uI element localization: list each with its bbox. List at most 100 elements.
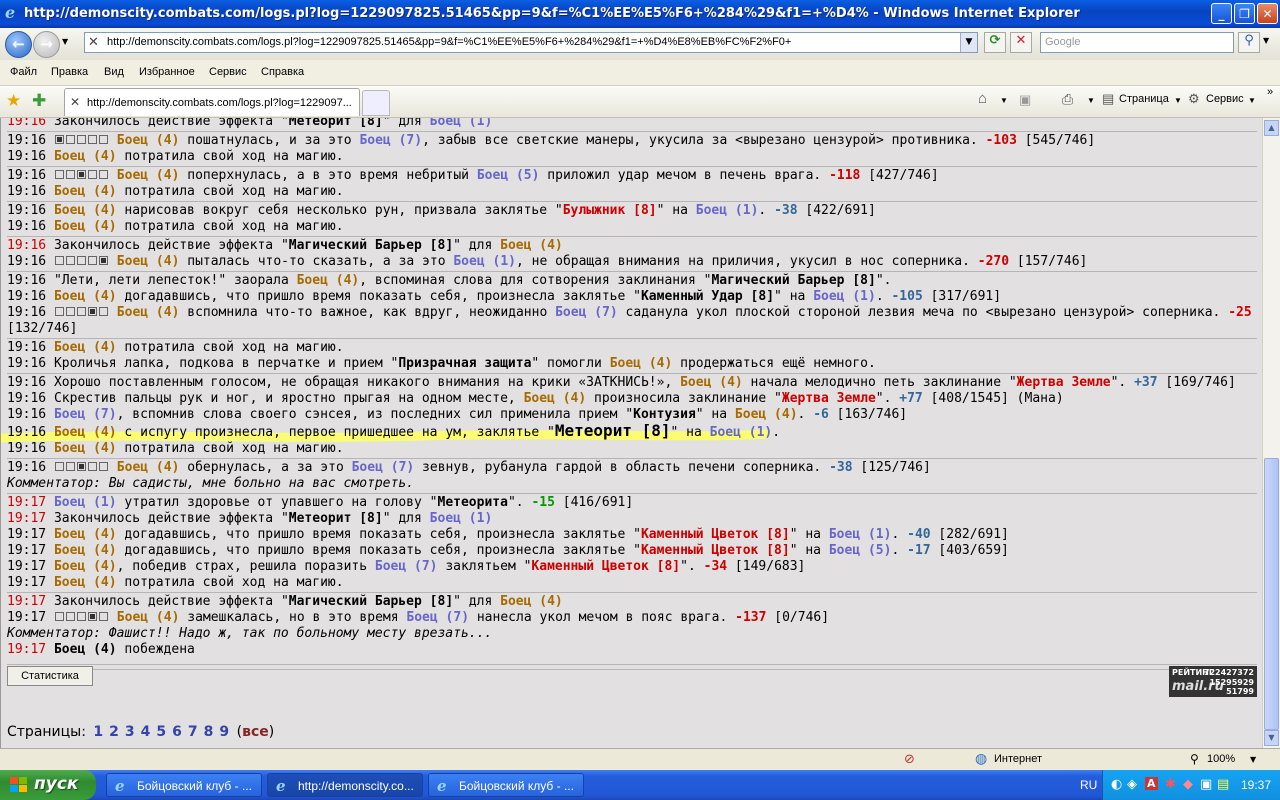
tab-active[interactable]: ✕ http://demonscity.combats.com/logs.pl?… [64, 88, 360, 116]
scroll-thumb[interactable] [1264, 458, 1279, 730]
address-dropdown-icon[interactable]: ▼ [960, 33, 977, 52]
player-link[interactable]: Боец (4) [117, 305, 180, 320]
player-link[interactable]: Боец (4) [524, 391, 587, 406]
player-link[interactable]: Боец (1) [710, 425, 773, 440]
tray-app-icon[interactable]: ◐ [1111, 777, 1122, 792]
player-link[interactable]: Боец (1) [54, 495, 117, 510]
menu-favorites[interactable]: Избранное [139, 66, 195, 78]
page-link[interactable]: 4 [141, 724, 151, 740]
taskbar-item-active[interactable]: e http://demonscity.co... [267, 773, 423, 797]
print-dropdown-icon[interactable]: ▼ [1087, 96, 1095, 105]
tray-app-icon[interactable]: ◈ [1127, 777, 1137, 792]
search-icon[interactable]: ⚲ [1238, 32, 1260, 53]
player-link[interactable]: Боец (4) [54, 543, 117, 558]
clock[interactable]: 19:37 [1241, 778, 1271, 792]
zoom-level[interactable]: 100% [1207, 753, 1235, 765]
player-link[interactable]: Боец (4) [680, 375, 743, 390]
new-tab-button[interactable] [362, 90, 390, 116]
player-link[interactable]: Боец (4) [610, 356, 673, 371]
tray-app-icon[interactable]: ✱ [1165, 777, 1176, 792]
history-dropdown-icon[interactable]: ▼ [62, 37, 68, 46]
page-link[interactable]: 7 [188, 724, 198, 740]
player-link[interactable]: Боец (4) [54, 441, 117, 456]
tools-menu[interactable]: Сервис [1206, 93, 1244, 105]
player-link[interactable]: Боец (1) [813, 289, 876, 304]
player-link[interactable]: Боец (4) [54, 184, 117, 199]
home-icon[interactable]: ⌂ [978, 90, 987, 107]
player-link[interactable]: Боец (4) [735, 407, 798, 422]
page-link[interactable]: 9 [219, 724, 229, 740]
start-button[interactable]: пуск [0, 770, 96, 800]
player-link[interactable]: Боец (4) [297, 273, 360, 288]
player-link[interactable]: Боец (4) [117, 133, 180, 148]
favorites-star-icon[interactable]: ★ [6, 91, 21, 111]
player-link[interactable]: Боец (4) [54, 425, 117, 440]
refresh-button[interactable]: ⟳ [984, 32, 1006, 53]
scroll-up-arrow-icon[interactable]: ▲ [1264, 120, 1279, 136]
player-link[interactable]: Боец (5) [829, 543, 892, 558]
tray-app-icon[interactable]: А [1145, 777, 1158, 790]
player-link[interactable]: Боец (4) [54, 575, 117, 590]
tools-dropdown-icon[interactable]: ▼ [1248, 96, 1256, 105]
player-link[interactable]: Боец (4) [117, 254, 180, 269]
tray-app-icon[interactable]: ▤ [1217, 777, 1229, 792]
page-link[interactable]: 5 [156, 724, 166, 740]
back-button[interactable]: ← [5, 31, 32, 58]
player-link[interactable]: Боец (4) [54, 203, 117, 218]
more-chevron-icon[interactable]: » [1267, 86, 1273, 98]
language-indicator[interactable]: RU [1080, 778, 1097, 792]
player-link[interactable]: Боец (7) [555, 305, 618, 320]
menu-help[interactable]: Справка [261, 66, 304, 78]
page-link[interactable]: 3 [125, 724, 135, 740]
page-dropdown-icon[interactable]: ▼ [1174, 96, 1182, 105]
add-favorites-icon[interactable]: ✚ [32, 91, 46, 111]
player-link[interactable]: Боец (7) [375, 559, 438, 574]
player-link[interactable]: Боец (4) [54, 559, 117, 574]
player-link[interactable]: Боец (4) [54, 149, 117, 164]
page-link[interactable]: 1 [93, 724, 103, 740]
search-options-icon[interactable]: ▼ [1263, 36, 1269, 45]
player-link[interactable]: Боец (4) [54, 642, 117, 657]
page-link[interactable]: 2 [109, 724, 119, 740]
mailru-counter[interactable]: РЕЙТИНГ 722427372 mail.ru 15295929 51799 [1169, 666, 1257, 697]
taskbar-item[interactable]: e Бойцовский клуб - ... [106, 773, 262, 797]
player-link[interactable]: Боец (4) [54, 219, 117, 234]
address-bar[interactable]: ✕ http://demonscity.combats.com/logs.pl?… [84, 32, 978, 53]
menu-view[interactable]: Вид [104, 66, 124, 78]
player-link[interactable]: Боец (4) [54, 289, 117, 304]
menu-edit[interactable]: Правка [51, 66, 88, 78]
close-button[interactable]: ✕ [1257, 3, 1278, 24]
statistics-button[interactable]: Статистика [7, 666, 93, 686]
player-link[interactable]: Боец (4) [54, 340, 117, 355]
zoom-dropdown-icon[interactable]: ▼ [1250, 755, 1256, 764]
page-link-all[interactable]: все [242, 724, 269, 740]
shield-icon[interactable]: ◆ [1183, 777, 1193, 792]
player-link[interactable]: Боец (1) [430, 118, 493, 129]
home-dropdown-icon[interactable]: ▼ [1000, 96, 1008, 105]
print-icon[interactable]: ⎙ [1062, 91, 1073, 108]
feeds-icon[interactable]: ▣ [1019, 92, 1031, 108]
vertical-scrollbar[interactable]: ▲ ▼ [1262, 118, 1280, 748]
player-link[interactable]: Боец (1) [829, 527, 892, 542]
player-link[interactable]: Боец (1) [696, 203, 759, 218]
player-link[interactable]: Боец (4) [117, 168, 180, 183]
player-link[interactable]: Боец (5) [477, 168, 540, 183]
page-link[interactable]: 8 [204, 724, 214, 740]
player-link[interactable]: Боец (7) [359, 133, 422, 148]
player-link[interactable]: Боец (1) [430, 511, 493, 526]
page-link[interactable]: 6 [172, 724, 182, 740]
stop-button[interactable]: ✕ [1010, 32, 1032, 53]
maximize-button[interactable]: ❐ [1234, 3, 1255, 24]
menu-tools[interactable]: Сервис [209, 66, 247, 78]
search-input[interactable]: Google [1040, 32, 1234, 53]
scroll-down-arrow-icon[interactable]: ▼ [1264, 730, 1279, 746]
minimize-button[interactable]: _ [1211, 3, 1232, 24]
forward-button[interactable]: → [33, 31, 60, 58]
player-link[interactable]: Боец (7) [406, 610, 469, 625]
taskbar-item[interactable]: e Бойцовский клуб - ... [428, 773, 584, 797]
player-link[interactable]: Боец (4) [500, 238, 563, 253]
player-link[interactable]: Боец (4) [117, 460, 180, 475]
menu-file[interactable]: Файл [10, 66, 37, 78]
page-menu[interactable]: Страница [1119, 93, 1169, 105]
network-icon[interactable]: ▣ [1200, 777, 1212, 792]
